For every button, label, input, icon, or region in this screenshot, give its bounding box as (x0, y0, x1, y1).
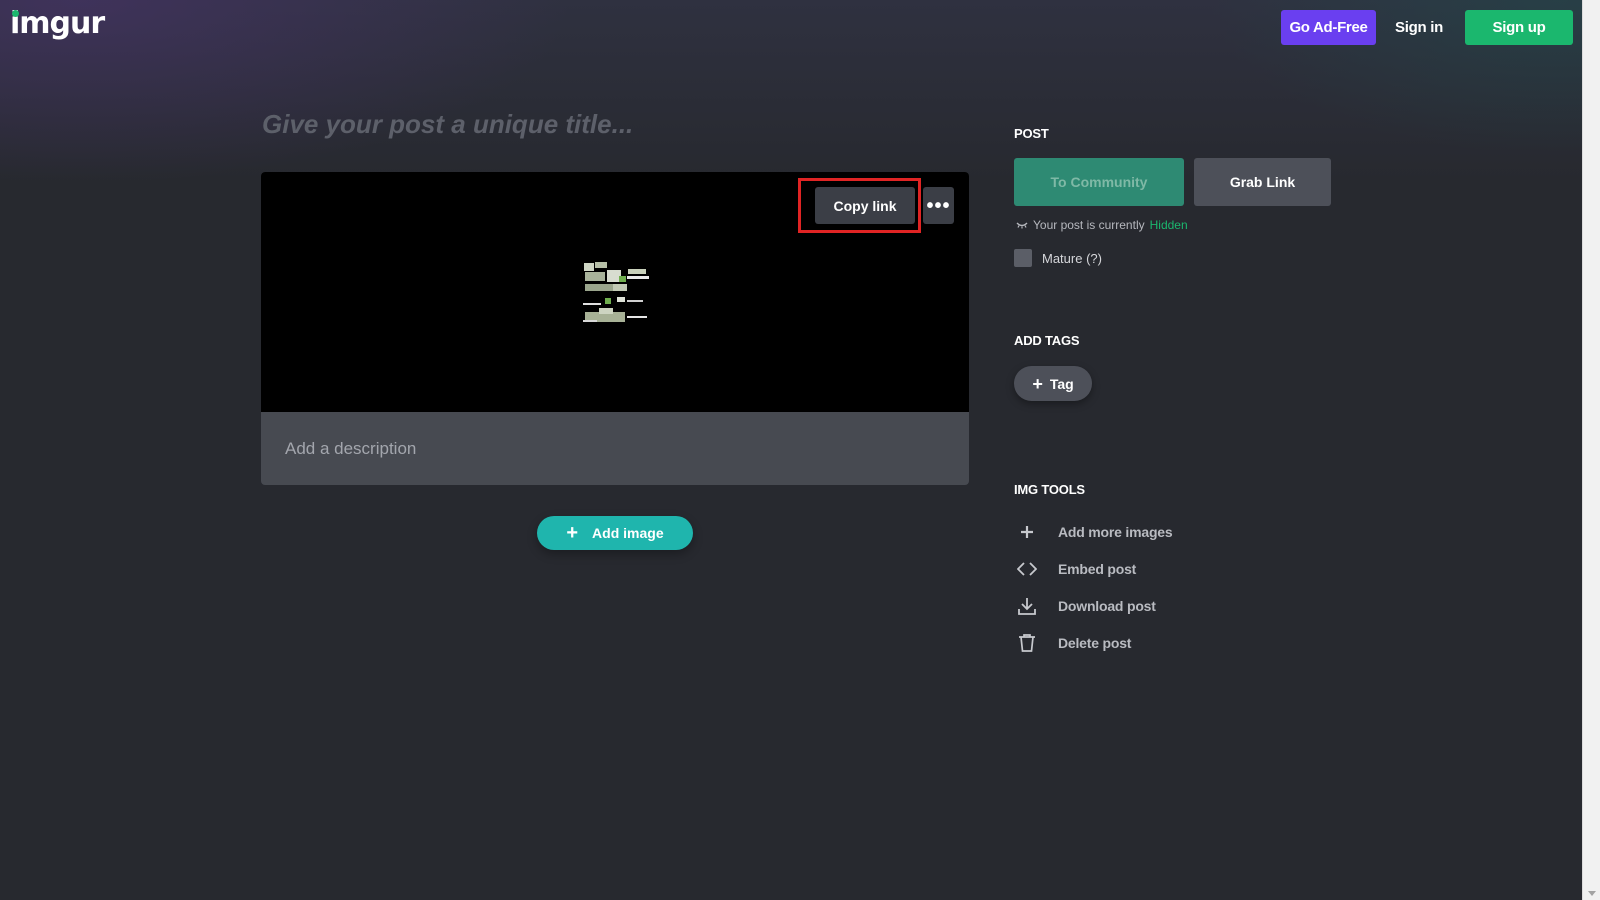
add-image-button[interactable]: + Add image (537, 516, 693, 550)
plus-icon: + (1032, 373, 1043, 394)
tool-label: Add more images (1058, 524, 1173, 540)
tool-label: Embed post (1058, 561, 1137, 577)
plus-icon: + (566, 522, 579, 544)
more-options-button[interactable]: ••• (923, 187, 954, 224)
hidden-eye-icon (1016, 222, 1028, 229)
delete-post-tool[interactable]: Delete post (1016, 630, 1131, 656)
img-tools-heading: IMG TOOLS (1014, 482, 1085, 497)
download-icon (1016, 595, 1038, 617)
add-tags-heading: ADD TAGS (1014, 333, 1080, 348)
add-more-images-tool[interactable]: Add more images (1016, 519, 1173, 545)
go-ad-free-button[interactable]: Go Ad-Free (1281, 10, 1376, 45)
vertical-scrollbar[interactable] (1582, 0, 1600, 900)
sign-up-button[interactable]: Sign up (1465, 10, 1573, 45)
logo-dot (12, 10, 19, 17)
post-visibility-status: Your post is currently Hidden (1016, 218, 1188, 232)
add-tag-button[interactable]: + Tag (1014, 366, 1092, 401)
upload-page: imgur Go Ad-Free Sign in Sign up Give yo… (0, 0, 1582, 900)
embed-post-tool[interactable]: Embed post (1016, 556, 1136, 582)
code-icon (1016, 558, 1038, 580)
logo-text: imgur (10, 6, 105, 41)
status-hidden-link[interactable]: Hidden (1150, 218, 1188, 232)
download-post-tool[interactable]: Download post (1016, 593, 1156, 619)
add-image-label: Add image (592, 525, 664, 541)
status-prefix: Your post is currently (1033, 218, 1145, 232)
trash-icon (1016, 632, 1038, 654)
scroll-down-arrow-icon[interactable] (1588, 891, 1596, 896)
mature-label: Mature (?) (1042, 250, 1102, 266)
copy-link-button[interactable]: Copy link (815, 187, 915, 224)
mature-checkbox-box[interactable] (1014, 249, 1032, 267)
mature-checkbox[interactable]: Mature (?) (1014, 249, 1102, 267)
post-title-input[interactable] (262, 104, 962, 144)
tag-button-label: Tag (1049, 375, 1074, 392)
uploaded-image-thumbnail[interactable] (583, 260, 649, 325)
tool-label: Delete post (1058, 635, 1132, 651)
imgur-logo[interactable]: imgur (10, 6, 105, 41)
tool-label: Download post (1058, 598, 1156, 614)
grab-link-button[interactable]: Grab Link (1194, 158, 1331, 206)
plus-icon (1016, 521, 1038, 543)
description-field[interactable]: Add a description (261, 412, 969, 485)
sign-in-button[interactable]: Sign in (1388, 10, 1450, 45)
to-community-button[interactable]: To Community (1014, 158, 1184, 206)
post-heading: POST (1014, 126, 1049, 141)
